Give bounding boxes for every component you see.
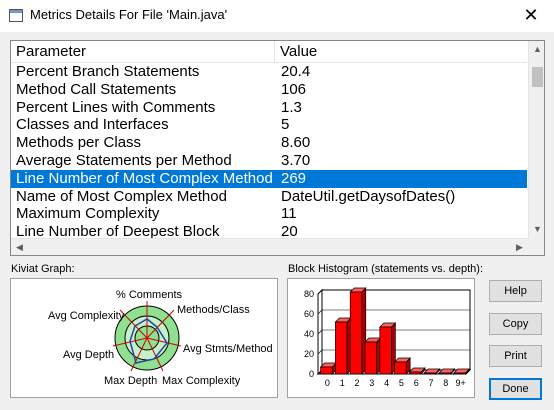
histogram-x-tick-label: 7 [428, 378, 433, 388]
kiviat-axis-max-depth: Max Depth [104, 375, 158, 387]
histogram-x-tick-label: 9+ [455, 378, 465, 388]
help-button[interactable]: Help [489, 280, 542, 302]
table-row[interactable]: Method Call Statements 106 [11, 81, 527, 99]
parameter-cell: Average Statements per Method [16, 151, 232, 169]
histogram-chart-svg: 8060402000 1 2 3 4 5 6 7 8 9+ [304, 287, 472, 388]
scroll-left-arrow-icon[interactable]: ◀ [11, 239, 28, 255]
column-header-value[interactable]: Value [275, 41, 527, 63]
table-row[interactable]: Percent Lines with Comments 1.3 [11, 99, 527, 117]
table-body: Percent Branch Statements 20.4 Method Call… [11, 63, 527, 241]
table-row[interactable]: Maximum Complexity 11 [11, 205, 527, 223]
histogram-y-tick-label: 60 [304, 309, 314, 319]
histogram-bar [319, 362, 338, 375]
block-histogram-label: Block Histogram (statements vs. depth): [288, 263, 484, 275]
scroll-up-arrow-icon[interactable]: ▲ [529, 41, 544, 58]
kiviat-axis-max-complexity: Max Complexity [162, 375, 241, 387]
histogram-bar [349, 287, 367, 375]
table-row[interactable]: Percent Branch Statements 20.4 [11, 63, 527, 81]
vertical-scrollbar[interactable]: ▲ ▼ [528, 41, 544, 255]
parameter-cell: Classes and Interfaces [16, 116, 169, 134]
histogram-bar [334, 317, 352, 375]
kiviat-axis-avg-stmts: Avg Stmts/Method [183, 343, 273, 355]
block-histogram: 80 60 40 20 0 0 1 2 3 4 5 6 7 8 9+ [287, 278, 475, 398]
close-button[interactable]: ✕ [508, 0, 554, 32]
column-header-parameter[interactable]: Parameter [11, 41, 275, 63]
histogram-x-tick-label: 8 [443, 378, 448, 388]
kiviat-axis-avg-complexity: Avg Complexity [48, 310, 125, 322]
histogram-x-tick-label: 6 [414, 378, 419, 388]
table-row[interactable]: Line Number of Most Complex Method 269 [11, 169, 527, 188]
table-row[interactable]: Classes and Interfaces 5 [11, 116, 527, 134]
parameter-cell: Maximum Complexity [16, 205, 160, 223]
table-header: Parameter Value [11, 41, 527, 63]
window-title: Metrics Details For File 'Main.java' [30, 7, 228, 22]
value-cell: 3.70 [281, 151, 311, 169]
parameter-cell: Name of Most Complex Method [16, 187, 227, 205]
value-cell: 1.3 [281, 98, 302, 116]
value-cell: 20.4 [281, 63, 311, 80]
table-row[interactable]: Methods per Class 8.60 [11, 134, 527, 152]
kiviat-axis-methods-class: Methods/Class [177, 304, 250, 316]
parameter-cell: Percent Lines with Comments [16, 98, 216, 116]
kiviat-graph: % Comments Methods/Class Avg Stmts/Metho… [10, 278, 278, 398]
scrollbar-corner [528, 238, 544, 255]
histogram-x-tick-label: 2 [354, 378, 359, 388]
scroll-down-arrow-icon[interactable]: ▼ [529, 221, 544, 238]
parameter-cell: Methods per Class [16, 134, 142, 152]
scroll-right-arrow-icon[interactable]: ▶ [511, 239, 528, 255]
kiviat-graph-label: Kiviat Graph: [11, 263, 75, 275]
horizontal-scrollbar[interactable]: ◀ ▶ [11, 238, 528, 255]
histogram-y-tick-label: 40 [304, 329, 314, 339]
parameter-cell: Method Call Statements [16, 80, 177, 98]
histogram-bar [393, 357, 412, 375]
parameter-cell: Percent Branch Statements [16, 63, 200, 80]
histogram-y-tick-label: 20 [304, 349, 314, 359]
histogram-x-tick-label: 1 [340, 378, 345, 388]
value-cell: 8.60 [281, 134, 311, 152]
histogram-y-tick-label: 80 [304, 289, 314, 299]
kiviat-axis-avg-depth: Avg Depth [63, 349, 115, 361]
value-cell: 5 [281, 116, 290, 134]
metrics-table[interactable]: Parameter Value Percent Branch Statement… [10, 40, 545, 256]
print-button[interactable]: Print [489, 345, 542, 367]
window-icon [9, 9, 23, 22]
value-cell: DateUtil.getDaysofDates() [281, 187, 456, 205]
histogram-x-tick-label: 0 [325, 378, 330, 388]
value-cell: 106 [281, 80, 307, 98]
copy-button[interactable]: Copy [489, 313, 542, 335]
kiviat-axis-comments: % Comments [116, 289, 183, 301]
metrics-details-window: Metrics Details For File 'Main.java' ✕ P… [0, 0, 554, 410]
histogram-y-tick-label: 0 [309, 369, 314, 379]
histogram-bar [378, 322, 397, 375]
histogram-bar [364, 337, 382, 375]
value-cell: 269 [281, 169, 307, 187]
table-row[interactable]: Average Statements per Method 3.70 [11, 152, 527, 170]
done-button[interactable]: Done [489, 378, 542, 400]
table-row[interactable]: Name of Most Complex Method DateUtil.getD… [11, 188, 527, 206]
histogram-x-tick-label: 3 [369, 378, 374, 388]
vertical-scroll-thumb[interactable] [532, 67, 543, 87]
histogram-x-tick-label: 4 [384, 378, 389, 388]
value-cell: 11 [281, 205, 297, 223]
histogram-x-tick-label: 5 [399, 378, 404, 388]
title-bar: Metrics Details For File 'Main.java' ✕ [0, 0, 554, 32]
parameter-cell: Line Number of Most Complex Method [16, 169, 273, 187]
